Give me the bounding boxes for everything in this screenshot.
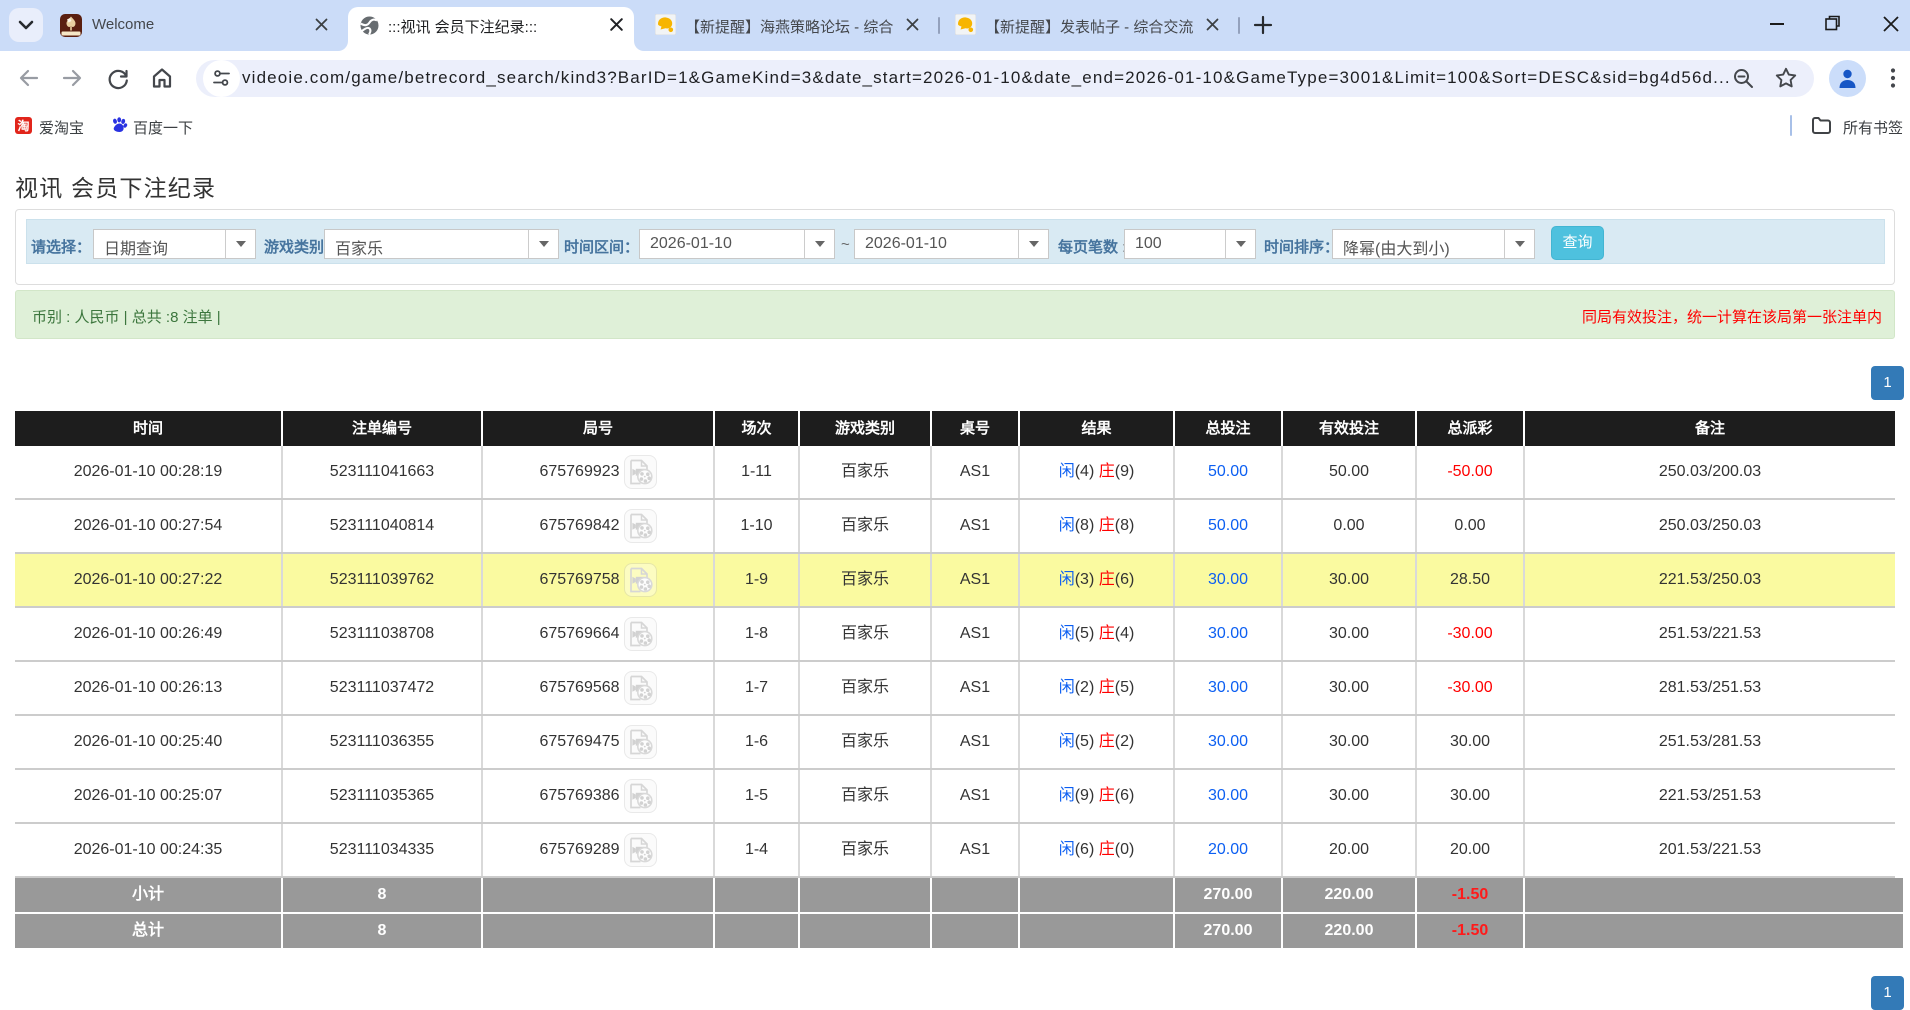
svg-text:淘: 淘: [17, 118, 29, 133]
